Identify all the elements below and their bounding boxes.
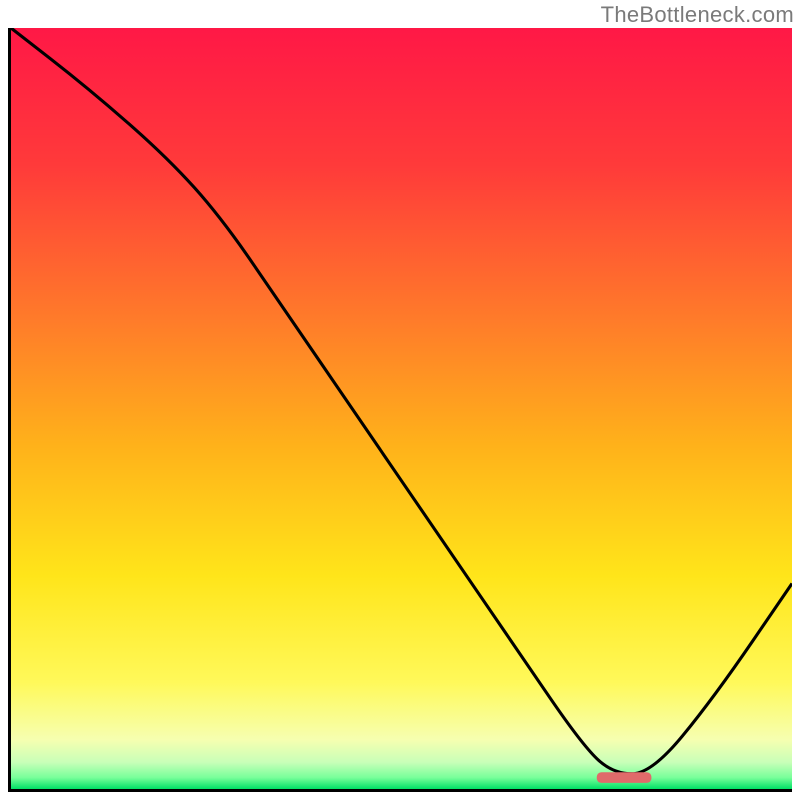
- chart-frame: TheBottleneck.com: [0, 0, 800, 800]
- gradient-background: [11, 28, 792, 789]
- watermark-label: TheBottleneck.com: [601, 2, 794, 28]
- chart-plot-area: [8, 28, 792, 792]
